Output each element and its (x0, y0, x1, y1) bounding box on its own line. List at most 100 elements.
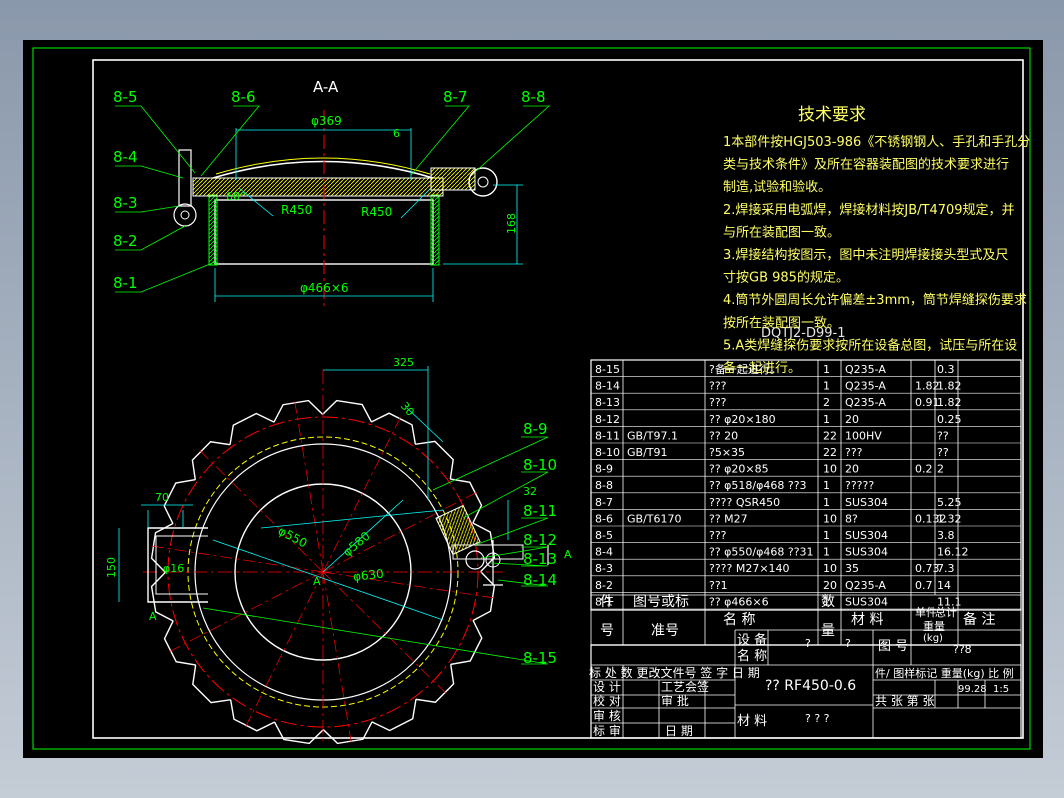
tech-line: 1本部件按HGJ503-986《不锈钢钢人、手孔和手孔分 (723, 135, 1030, 150)
bom-cell-name: ?5×35 (709, 446, 745, 459)
bom-cell-no: 8-9 (595, 463, 613, 476)
tech-line: 类与技术条件》及所在容器装配图的技术要求进行 (723, 157, 1009, 173)
section-mark-a: A (564, 548, 572, 561)
bom-cell-w2: 0.3 (937, 363, 955, 376)
callout-8-13: 8-13 (523, 550, 557, 568)
tb-scale: 1:5 (993, 684, 1009, 695)
bom-cell-name: ?? φ550/φ468 ??31 (709, 546, 814, 559)
bom-cell-w2: ?? (937, 429, 949, 442)
tb-name-label: 名 称 (737, 648, 767, 664)
tb-designer-label: 设 计 (593, 680, 621, 694)
bom-cell-qty: 10 (823, 512, 837, 525)
tech-line: 按所在装配图一致。 (723, 316, 840, 331)
callout-8-14: 8-14 (523, 571, 557, 589)
tb-equipment-label: 设 备 (737, 632, 767, 648)
tb-part-name: ?? RF450-0.6 (765, 678, 856, 694)
callout-8-1: 8-1 (113, 274, 138, 292)
bom-h-std: 图号或标 (633, 594, 689, 610)
bom-cell-no: 8-13 (595, 396, 620, 409)
bom-h-qty: 数 (821, 594, 835, 610)
bom-cell-w2: 14 (937, 579, 951, 592)
bom-cell-mat: SUS304 (845, 546, 888, 559)
bom-cell-no: 8-14 (595, 380, 620, 393)
bom-cell-qty: 1 (823, 529, 830, 542)
bom-cell-name: ??? (709, 380, 727, 393)
bom-cell-no: 8-2 (595, 579, 613, 592)
callout-8-12: 8-12 (523, 531, 557, 549)
radial-center-line (198, 448, 324, 573)
bom-h-unit: 单件 (915, 606, 937, 619)
center-mark: A (313, 575, 321, 588)
tb-std-label: 标 审 (593, 723, 621, 738)
bom-cell-name: ?? φ20×85 (709, 463, 769, 476)
bom-cell-mat: 20 (845, 413, 859, 426)
bom-cell-w2: 16.12 (937, 546, 969, 559)
tech-title: 技术要求 (798, 105, 866, 125)
bom-cell-mat: Q235-A (845, 363, 886, 376)
dim-580: φ580 (340, 529, 373, 560)
bom-cell-w1: 0.73 (915, 562, 940, 575)
bom-cell-qty: 1 (823, 413, 830, 426)
bom-cell-qty: 1 (823, 479, 830, 492)
callout-8-7: 8-7 (443, 88, 468, 106)
bom-cell-name: ?? φ466×6 (709, 595, 769, 608)
bom-h-std2: 准号 (651, 623, 679, 639)
bom-cell-w2: ?? (937, 446, 949, 459)
bom-cell-w1: 0.7 (915, 579, 933, 592)
dim-32: 32 (523, 485, 537, 498)
bom-cell-no: 8-3 (595, 562, 613, 575)
callout-8-5: 8-5 (113, 88, 138, 106)
bom-cell-w1: 1.82 (915, 380, 940, 393)
bom-cell-name: ?? 20 (709, 429, 738, 442)
bom-h-qty2: 量 (821, 623, 835, 639)
bom-cell-no: 8-15 (595, 363, 620, 376)
bom-h-kg: (kg) (923, 633, 943, 644)
callout-8-9: 8-9 (523, 420, 548, 438)
bom-cell-qty: 1 (823, 363, 830, 376)
bom-cell-mat: Q235-A (845, 396, 886, 409)
bom-cell-std: GB/T97.1 (627, 429, 678, 442)
callout-8-10: 8-10 (523, 456, 557, 474)
bom-cell-qty: 1 (823, 380, 830, 393)
bom-cell-name: ?? φ20×180 (709, 413, 776, 426)
dim-angle: 60° (226, 190, 246, 203)
radial-center-line (322, 571, 497, 599)
tb-scale-header: 件/ 图样标记 重量(kg) 比 例 (875, 666, 1014, 680)
bom-cell-name: ???? M27×140 (709, 562, 790, 575)
bom-cell-w1: 0.91 (915, 396, 940, 409)
bom-cell-no: 8-4 (595, 546, 613, 559)
dim-325: 325 (393, 356, 414, 369)
nozzle-wall-right (430, 194, 440, 266)
bom-cell-name: ?? φ518/φ468 ??3 (709, 479, 807, 492)
bom-cell-name: ??? (709, 396, 727, 409)
tech-line: 与所在装配图一致。 (723, 225, 840, 240)
cover-gasket (215, 157, 431, 175)
bom-cell-mat: 8? (845, 512, 858, 525)
callout-8-8: 8-8 (521, 88, 546, 106)
radial-center-line (322, 415, 402, 573)
tech-line: 5.A类焊缝探伤要求按所在设备总图，试压与所在设 (723, 337, 1017, 353)
bom-cell-mat: SUS304 (845, 496, 888, 509)
nozzle-wall-left (208, 194, 218, 266)
swing-bolt-left (178, 149, 192, 207)
tech-line: 制造,试验和验收。 (723, 179, 831, 195)
tech-line: 4.筒节外圆周长允许偏差±3mm，筒节焊缝探伤要求 (723, 292, 1027, 308)
dim-369: φ369 (311, 114, 342, 128)
hinge-plate (435, 504, 481, 556)
dim-6: 6 (393, 127, 400, 140)
tb-equipment-value: ? (805, 637, 811, 650)
bom-cell-std: GB/T6170 (627, 512, 682, 525)
dim-16: φ16 (163, 562, 184, 575)
dim-r450-right: R450 (361, 205, 392, 219)
tb-material-value: ? ? ? (805, 712, 830, 725)
tech-line: 3.焊接结构按图示，图中未注明焊接接头型式及尺 (723, 247, 1008, 263)
bom-cell-name: ??? (709, 529, 727, 542)
callout-8-4: 8-4 (113, 148, 138, 166)
tb-revision-header: 标 处 数 更改文件号 签 字 日 期 (589, 665, 760, 680)
tb-equipment-value-2: ? (845, 637, 851, 650)
bom-cell-w2: 2 (937, 463, 944, 476)
bom-cell-mat: ????? (845, 479, 874, 492)
tb-process-label: 工艺会签 (661, 679, 709, 694)
dim-630: φ630 (352, 567, 384, 584)
plan-view: φ550 φ580 φ630 A 325 30 70 150 φ16 A 32 … (105, 356, 572, 745)
